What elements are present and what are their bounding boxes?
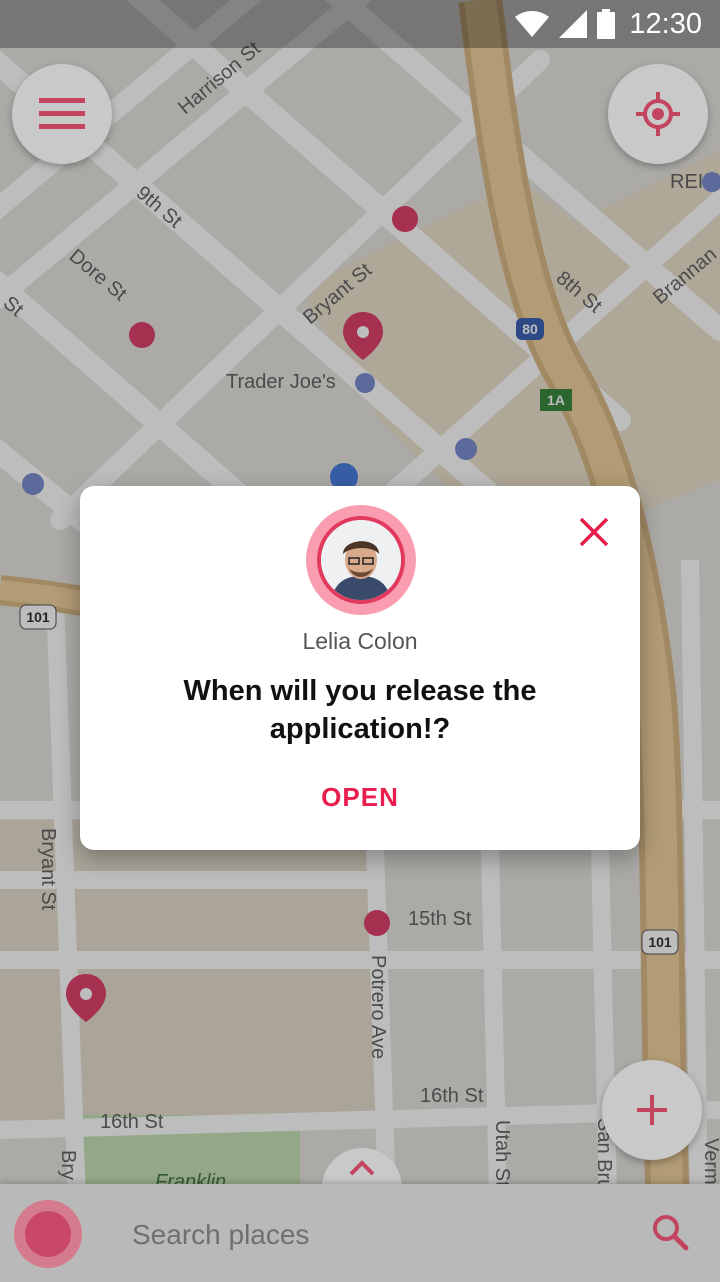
chevron-up-icon bbox=[349, 1160, 375, 1176]
add-button[interactable] bbox=[602, 1060, 702, 1160]
avatar-photo bbox=[321, 520, 401, 600]
sender-name: Lelia Colon bbox=[302, 628, 418, 654]
locate-icon bbox=[636, 92, 680, 136]
record-button[interactable] bbox=[14, 1200, 82, 1268]
battery-icon bbox=[597, 9, 616, 39]
my-location-button[interactable] bbox=[608, 64, 708, 164]
wifi-icon bbox=[515, 11, 550, 37]
menu-icon bbox=[39, 98, 85, 129]
add-icon bbox=[637, 1095, 667, 1125]
status-bar: 12:30 bbox=[0, 0, 720, 48]
bottom-bar bbox=[0, 1184, 720, 1282]
signal-icon bbox=[559, 10, 588, 38]
close-icon bbox=[579, 517, 609, 547]
status-time: 12:30 bbox=[629, 7, 702, 40]
avatar bbox=[306, 505, 416, 615]
record-icon bbox=[25, 1211, 71, 1257]
open-button[interactable]: OPEN bbox=[300, 776, 420, 818]
search-input[interactable] bbox=[130, 1214, 594, 1256]
menu-button[interactable] bbox=[12, 64, 112, 164]
search-icon[interactable] bbox=[650, 1212, 690, 1252]
close-button[interactable] bbox=[572, 510, 616, 554]
message-text: When will you release the application!? bbox=[183, 675, 537, 745]
